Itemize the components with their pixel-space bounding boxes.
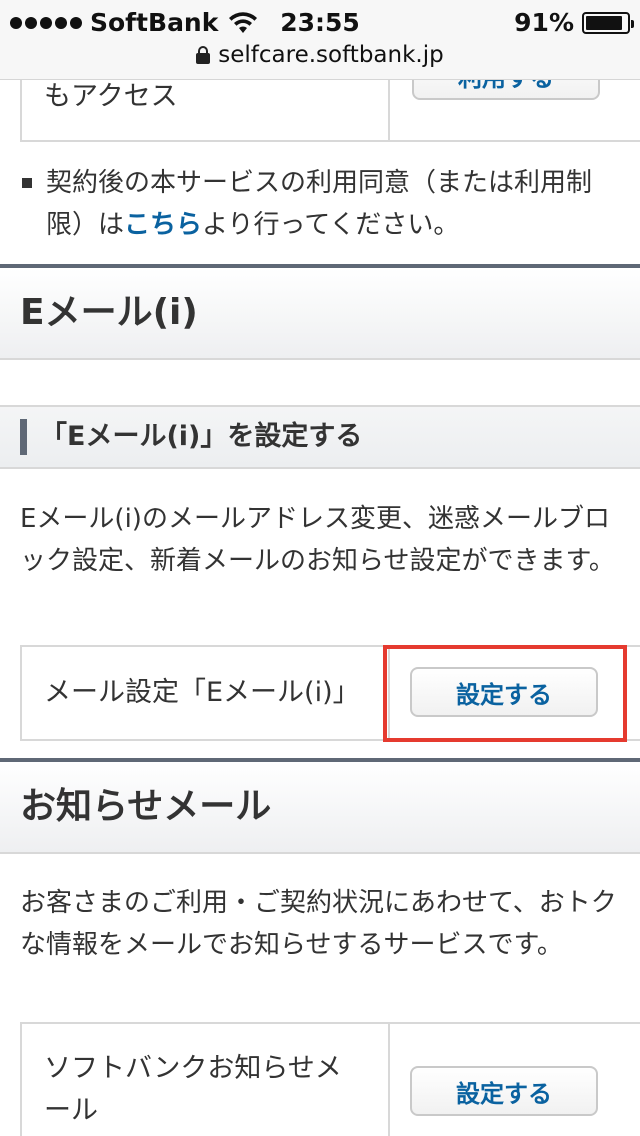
email-subsection-title: 「Eメール(i)」を設定する <box>40 421 363 452</box>
notify-section-title: お知らせメール <box>20 786 272 827</box>
lock-icon <box>196 46 211 64</box>
battery-level <box>586 15 623 30</box>
notify-setting-label: ソフトバンクお知らせメール <box>22 1024 390 1136</box>
notify-description: お客さまのご利用・ご契約状況にあわせて、おトクな情報をメールでお知らせするサービ… <box>20 888 617 960</box>
url-text: selfcare.softbank.jp <box>218 42 444 68</box>
notify-section-header: お知らせメール <box>0 758 640 854</box>
email-description: Eメール(i)のメールアドレス変更、迷惑メールブロック設定、新着メールのお知らせ… <box>20 504 615 576</box>
notify-setting-row: ソフトバンクお知らせメール 設定する <box>20 1022 640 1136</box>
email-subsection-header: 「Eメール(i)」を設定する <box>0 405 640 469</box>
subsection-marker <box>20 419 27 455</box>
usage-notice: 契約後の本サービスの利用同意（または利用制限）はこちらより行ってください。 <box>20 162 620 246</box>
email-section-title: Eメール(i) <box>20 292 198 333</box>
notify-setting-button[interactable]: 設定する <box>410 1066 598 1116</box>
notice-text-after: より行ってください。 <box>202 210 460 240</box>
bullet-icon <box>22 178 32 188</box>
battery-icon <box>582 11 634 34</box>
battery-percent: 91% <box>514 8 574 37</box>
here-link[interactable]: こちら <box>124 210 202 240</box>
email-section-header: Eメール(i) <box>0 264 640 360</box>
highlight-box <box>383 645 627 742</box>
email-setting-label: メール設定「Eメール(i)」 <box>22 647 390 739</box>
status-bar: SoftBank 23:55 91% selfcare.softbank.jp <box>0 0 640 80</box>
address-bar[interactable]: selfcare.softbank.jp <box>0 40 640 70</box>
